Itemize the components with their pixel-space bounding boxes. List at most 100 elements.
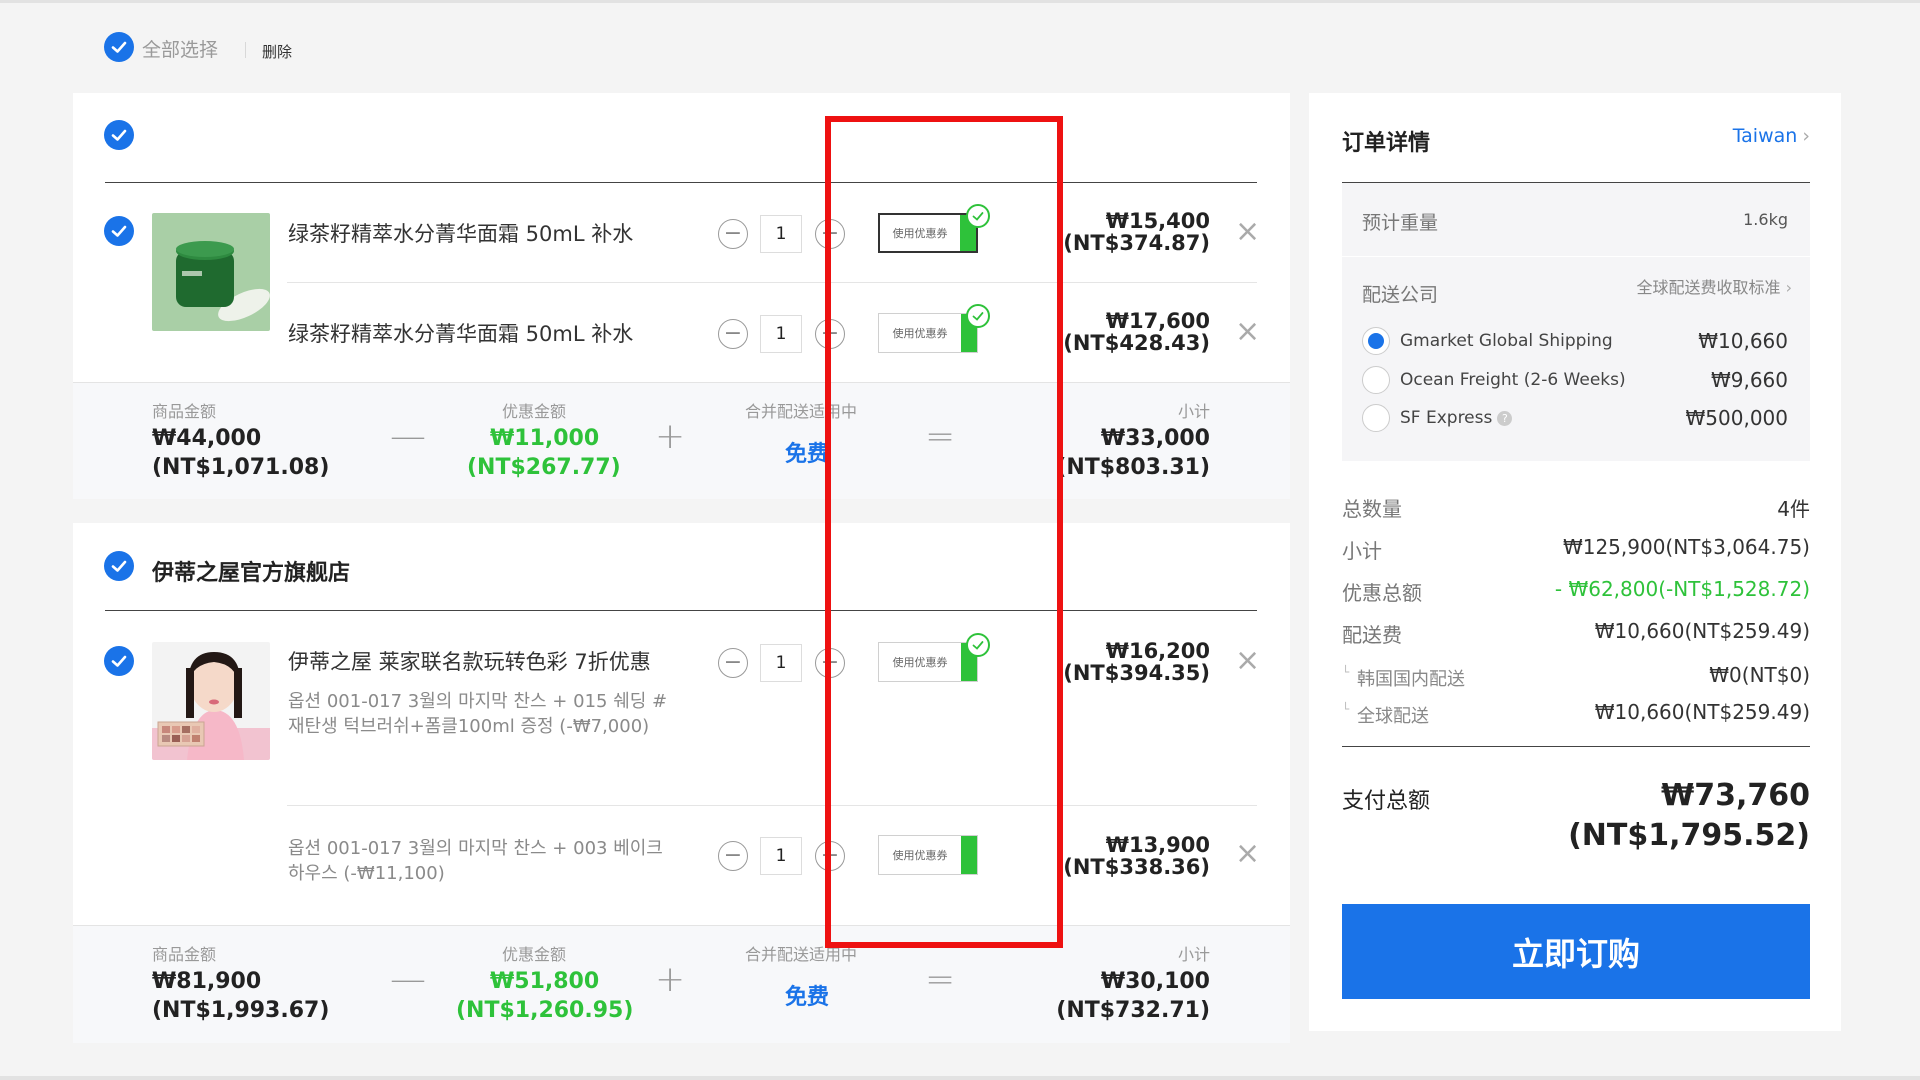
domestic-shipping-label: 韩国国内配送 [1357, 669, 1465, 690]
price-krw: ₩16,200 [1105, 639, 1210, 663]
discount-amount-krw: ₩51,800 [490, 969, 600, 994]
carrier-radio-sf[interactable] [1362, 404, 1390, 432]
item-price: ₩13,900 (NT$338.36) [1040, 834, 1210, 878]
goods-amount-label: 商品金额 [152, 945, 217, 964]
group-2-divider [105, 610, 1257, 611]
product-name[interactable]: 绿茶籽精萃水分菁华面霜 50mL 补水 [288, 218, 633, 248]
equals-operator: = [925, 959, 956, 1000]
help-icon[interactable]: ? [1497, 411, 1513, 426]
quantity-input[interactable]: 1 [760, 644, 802, 682]
weight-label: 预计重量 [1362, 212, 1439, 234]
check-icon [111, 560, 127, 572]
subtotal-label: 小计 [1177, 402, 1210, 421]
product-name[interactable]: 伊蒂之屋 莱家联名款玩转色彩 7折优惠 [288, 646, 651, 676]
product-option: 옵션 001-017 3월의 마지막 찬스 + 015 쉐딩 #재탄생 턱브러쉬… [288, 691, 668, 737]
discount-amount-krw: ₩11,000 [490, 426, 600, 451]
goods-amount-krw: ₩81,900 [152, 969, 262, 994]
quantity-input[interactable]: 1 [760, 215, 802, 253]
region-label: Taiwan [1732, 125, 1798, 147]
plus-operator: + [655, 416, 686, 457]
subtotal-nt: (NT$732.71) [1056, 998, 1210, 1023]
discount-total-value: - ₩62,800(-NT$1,528.72) [1554, 577, 1810, 601]
plus-operator: + [655, 959, 686, 1000]
goods-amount-nt: (NT$1,071.08) [152, 455, 330, 480]
price-nt: (NT$428.43) [1063, 331, 1210, 355]
carrier-label: 配送公司 [1362, 284, 1439, 306]
item-price: ₩15,400 (NT$374.87) [1040, 210, 1210, 254]
check-icon [111, 225, 127, 237]
check-icon [111, 655, 127, 667]
item-checkbox[interactable] [104, 216, 134, 246]
shipping-free-value: 免费 [785, 985, 830, 1010]
item-divider [287, 805, 1257, 806]
quantity-input[interactable]: 1 [760, 837, 802, 875]
minus-operator: — [390, 959, 426, 1000]
quantity-decrease-button[interactable]: − [718, 319, 748, 349]
sub-item-marker: └ [1342, 702, 1350, 716]
carrier-name[interactable]: Ocean Freight (2-6 Weeks) [1400, 370, 1626, 390]
product-image-green-tea-cream[interactable] [152, 213, 270, 331]
carrier-sf-label[interactable]: SF Express ? [1400, 408, 1513, 428]
price-nt: (NT$374.87) [1063, 231, 1210, 255]
select-all-checkbox[interactable] [104, 32, 134, 62]
check-icon [111, 41, 127, 53]
shipping-fee-standard-link[interactable]: 全球配送费收取标准 › [1560, 274, 1792, 298]
subtotal-label: 小计 [1342, 539, 1382, 563]
chevron-right-icon: › [1802, 125, 1810, 147]
order-details-title: 订单详情 [1342, 131, 1431, 156]
remove-item-close-icon[interactable]: × [1235, 839, 1260, 869]
store-name[interactable]: 伊蒂之屋官方旗舰店 [152, 555, 350, 587]
global-shipping-label: 全球配送 [1357, 706, 1429, 727]
carrier-price: ₩10,660 [1698, 329, 1788, 353]
divider [245, 42, 246, 58]
shipping-fee-value: ₩10,660(NT$259.49) [1594, 619, 1810, 643]
item-checkbox[interactable] [104, 646, 134, 676]
coupon-column-highlight [825, 116, 1063, 948]
item-price: ₩16,200 (NT$394.35) [1040, 640, 1210, 684]
carrier-radio-ocean[interactable] [1362, 366, 1390, 394]
discount-amount-nt: (NT$267.77) [467, 455, 621, 480]
remove-item-close-icon[interactable]: × [1235, 646, 1260, 676]
goods-amount-krw: ₩44,000 [152, 426, 262, 451]
product-image-etude-palette[interactable] [152, 642, 270, 760]
order-now-button[interactable]: 立即订购 [1342, 904, 1810, 999]
discount-total-label: 优惠总额 [1342, 581, 1422, 605]
group-1-divider [105, 182, 1257, 183]
remove-item-close-icon[interactable]: × [1235, 317, 1260, 347]
divider [1342, 256, 1810, 257]
discount-amount-label: 优惠金额 [502, 402, 567, 421]
shipping-free-value: 免费 [785, 442, 830, 467]
top-divider [0, 0, 1920, 3]
quantity-decrease-button[interactable]: − [718, 841, 748, 871]
product-name[interactable]: 绿茶籽精萃水分菁华面霜 50mL 补水 [288, 318, 633, 348]
quantity-input[interactable]: 1 [760, 315, 802, 353]
item-divider [287, 282, 1257, 283]
carrier-name[interactable]: Gmarket Global Shipping [1400, 331, 1613, 351]
price-nt: (NT$338.36) [1063, 855, 1210, 879]
total-divider [1342, 746, 1810, 747]
subtotal-krw: ₩30,100 [1100, 969, 1210, 994]
price-nt: (NT$394.35) [1063, 661, 1210, 685]
fee-standard-label: 全球配送费收取标准 [1636, 278, 1781, 297]
discount-amount-nt: (NT$1,260.95) [456, 998, 634, 1023]
carrier-price: ₩500,000 [1685, 406, 1788, 430]
sub-item-marker: └ [1342, 665, 1350, 679]
quantity-decrease-button[interactable]: − [718, 648, 748, 678]
remove-item-close-icon[interactable]: × [1235, 217, 1260, 247]
goods-amount-nt: (NT$1,993.67) [152, 998, 330, 1023]
domestic-shipping-value: ₩0(NT$0) [1709, 663, 1810, 687]
region-selector[interactable]: Taiwan › [1690, 125, 1810, 147]
group-1-checkbox[interactable] [104, 120, 134, 150]
group-2-checkbox[interactable] [104, 551, 134, 581]
payment-total-krw: ₩73,760 [1661, 778, 1810, 813]
total-quantity-label: 总数量 [1342, 497, 1402, 521]
carrier-radio-gmarket[interactable] [1362, 327, 1390, 355]
shipping-fee-label: 配送费 [1342, 623, 1402, 647]
select-all-label[interactable]: 全部选择 [142, 35, 218, 62]
chevron-right-icon: › [1785, 278, 1792, 297]
total-quantity-value: 4件 [1777, 497, 1810, 521]
bottom-divider [0, 1076, 1920, 1080]
subtotal-krw: ₩33,000 [1100, 426, 1210, 451]
quantity-decrease-button[interactable]: − [718, 219, 748, 249]
delete-button[interactable]: 删除 [262, 41, 292, 62]
